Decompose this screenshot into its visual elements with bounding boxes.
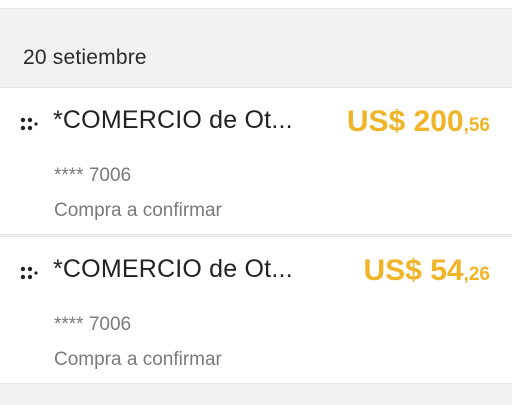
- transaction-status: Compra a confirmar: [54, 349, 222, 370]
- amount-cents: ,56: [463, 115, 490, 136]
- dots-merchant-icon: [20, 266, 38, 280]
- previous-card: [0, 0, 512, 9]
- transaction-amount: US$ 200,56: [347, 105, 490, 139]
- merchant-name: *COMERCIO de Ot...: [53, 255, 293, 283]
- transaction-status: Compra a confirmar: [54, 200, 222, 221]
- merchant-name: *COMERCIO de Ot...: [53, 106, 293, 134]
- amount-main: US$ 200: [346, 105, 464, 138]
- card-number: **** 7006: [54, 314, 132, 335]
- dots-merchant-icon: [20, 117, 38, 131]
- transaction-amount: US$ 54,26: [364, 254, 491, 288]
- date-header: 20 setiembre: [23, 46, 147, 69]
- transaction-row[interactable]: *COMERCIO de Ot... US$ 54,26 **** 7006 C…: [0, 236, 512, 384]
- amount-main: US$ 54: [363, 254, 464, 287]
- amount-cents: ,26: [463, 264, 490, 285]
- transaction-row[interactable]: *COMERCIO de Ot... US$ 200,56 **** 7006 …: [0, 87, 512, 235]
- card-number: **** 7006: [54, 165, 132, 186]
